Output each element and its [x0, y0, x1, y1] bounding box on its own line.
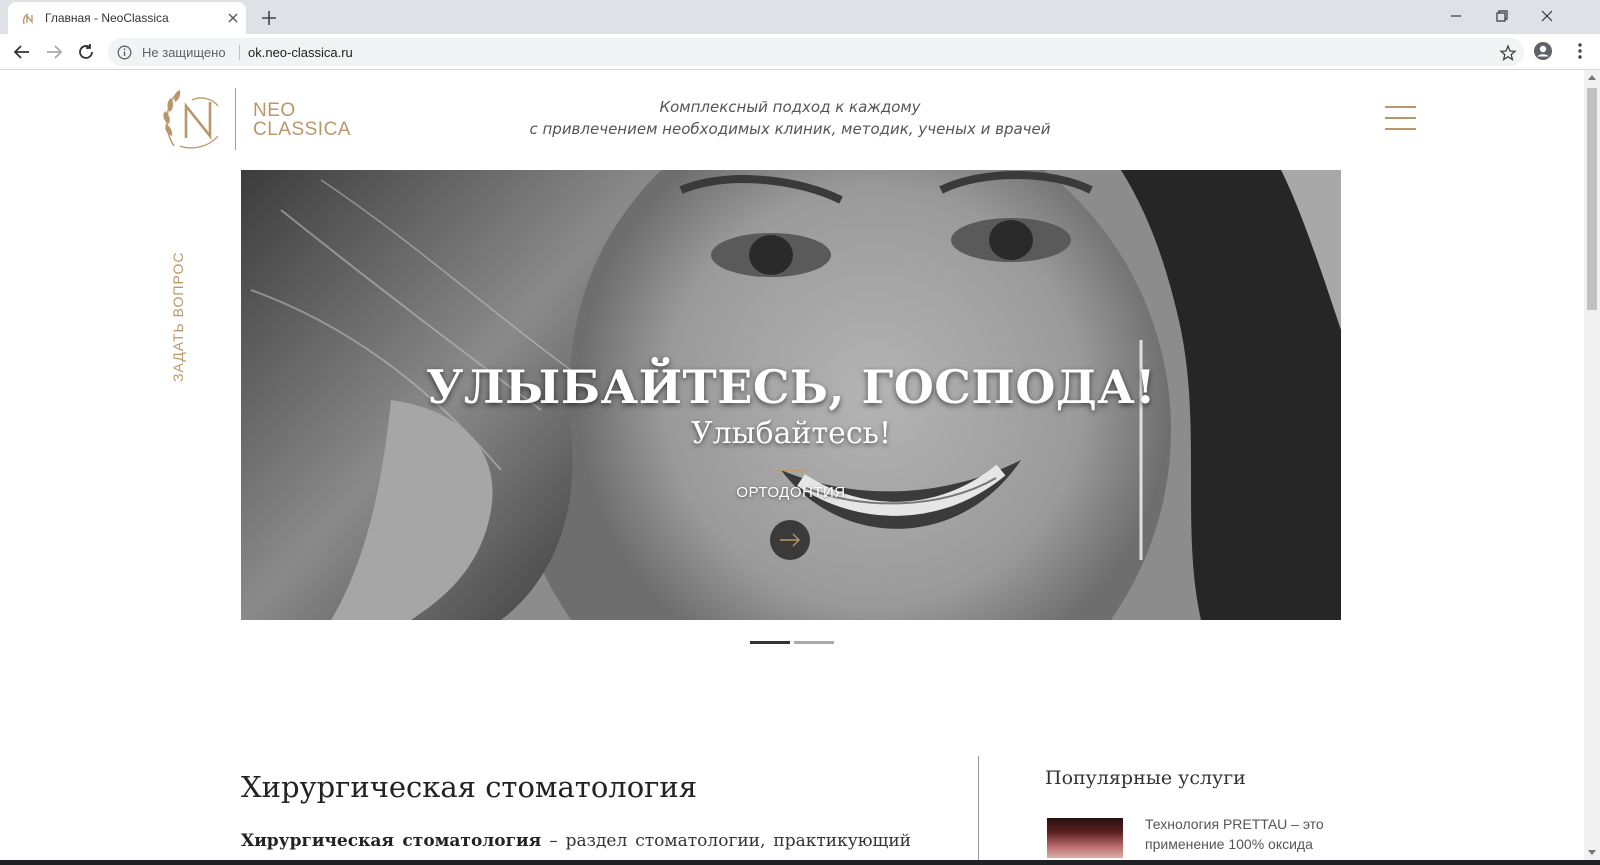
ask-question-link[interactable]: ЗАДАТЬ ВОПРОС [170, 252, 186, 382]
logo-text-neo: NEO [253, 100, 296, 121]
popular-services-title: Популярные услуги [1045, 767, 1246, 789]
popular-service-thumbnail[interactable] [1047, 818, 1123, 858]
bookmark-star-icon[interactable] [1499, 44, 1517, 62]
hero-title: УЛЫБАЙТЕСЬ, ГОСПОДА! [426, 360, 1156, 414]
wheat-laurel-logo-icon [163, 90, 219, 149]
url-separator [239, 45, 240, 60]
minimize-window-icon[interactable] [1441, 5, 1471, 27]
hero-next-button[interactable] [770, 520, 810, 560]
restore-window-icon[interactable] [1487, 5, 1517, 27]
logo-wordmark: NEO CLASSICA [253, 101, 351, 139]
logo-divider [235, 88, 236, 150]
close-window-icon[interactable] [1532, 5, 1562, 27]
new-tab-icon[interactable] [257, 6, 281, 30]
taskbar-edge [0, 860, 1600, 865]
section-intro-bold: Хирургическая стоматология [241, 831, 542, 851]
browser-toolbar: Не защищено ok.neo-classica.ru [0, 34, 1600, 70]
close-tab-icon[interactable] [224, 9, 242, 27]
security-label[interactable]: Не защищено [142, 45, 226, 60]
neoclassica-favicon-icon [22, 13, 33, 25]
scroll-thumb[interactable] [1587, 88, 1597, 310]
arrow-right-icon [780, 533, 800, 547]
section-title: Хирургическая стоматология [241, 770, 697, 804]
page-viewport: NEO CLASSICA Комплексный подход к каждом… [0, 70, 1584, 860]
tagline-line-1: Комплексный подход к каждому [659, 98, 921, 116]
back-arrow-icon[interactable] [11, 41, 33, 63]
scroll-down-arrow-icon[interactable] [1588, 850, 1596, 855]
forward-arrow-icon[interactable] [43, 41, 65, 63]
tab-title: Главная - NeoClassica [45, 11, 169, 25]
url-text[interactable]: ok.neo-classica.ru [248, 45, 353, 60]
slider-dot-1[interactable] [750, 641, 790, 644]
info-icon[interactable] [117, 45, 132, 60]
site-tagline: Комплексный подход к каждому с привлечен… [480, 96, 1100, 140]
hero-subtitle: Улыбайтесь! [690, 416, 892, 451]
browser-menu-icon[interactable] [1576, 41, 1584, 61]
tagline-line-2: с привлечением необходимых клиник, метод… [529, 120, 1051, 138]
hero-slider: УЛЫБАЙТЕСЬ, ГОСПОДА! Улыбайтесь! ОРТОДОН… [241, 170, 1341, 620]
content-divider [978, 756, 979, 860]
section-intro-text: Хирургическая стоматология – раздел стом… [241, 828, 911, 860]
browser-tab-strip: Главная - NeoClassica [0, 0, 1600, 34]
reload-icon[interactable] [75, 41, 97, 63]
popular-service-link[interactable]: Технология PRETTAU – это применение 100%… [1145, 814, 1335, 854]
slider-dot-2[interactable] [794, 641, 834, 644]
page-scrollbar[interactable] [1584, 70, 1600, 860]
address-bar[interactable]: Не защищено ok.neo-classica.ru [108, 38, 1524, 66]
profile-avatar-icon[interactable] [1533, 41, 1553, 61]
hero-category-label[interactable]: ОРТОДОНТИЯ [241, 484, 1341, 501]
hero-divider [776, 470, 806, 471]
site-logo[interactable]: NEO CLASSICA [160, 86, 350, 152]
browser-tab[interactable]: Главная - NeoClassica [8, 2, 246, 34]
logo-text-classica: CLASSICA [253, 119, 351, 140]
hamburger-menu-icon[interactable] [1385, 106, 1416, 132]
scroll-up-arrow-icon[interactable] [1588, 75, 1596, 80]
